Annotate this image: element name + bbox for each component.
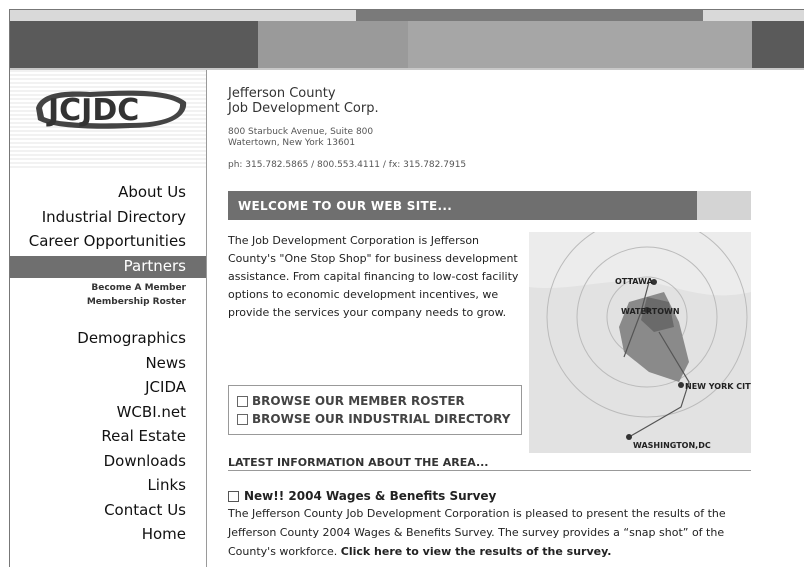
nav-downloads[interactable]: Downloads (77, 449, 186, 474)
nav-home[interactable]: Home (77, 522, 186, 547)
header-banner-mid2 (408, 21, 752, 68)
nav-partners-active[interactable]: Partners (10, 256, 206, 278)
news-title-label: New!! 2004 Wages & Benefits Survey (244, 489, 497, 503)
nav-jcida[interactable]: JCIDA (77, 375, 186, 400)
checkbox-icon (228, 490, 239, 502)
nav-career-opportunities[interactable]: Career Opportunities (29, 229, 186, 254)
nav-news[interactable]: News (77, 351, 186, 376)
intro-text: The Job Development Corporation is Jeffe… (228, 234, 519, 319)
region-map: OTTAWA WATERTOWN NEW YORK CITY WASHINGTO… (529, 232, 751, 453)
browse-industrial-directory-link[interactable]: BROWSE OUR INDUSTRIAL DIRECTORY (237, 412, 510, 426)
org-address: 800 Starbuck Avenue, Suite 800 Watertown… (228, 127, 373, 149)
nav-bottom: Demographics News JCIDA WCBI.net Real Es… (77, 326, 186, 547)
header-top-band (10, 10, 804, 21)
welcome-title: WELCOME TO OUR WEB SITE... (238, 199, 453, 213)
sidebar-divider (206, 70, 207, 567)
welcome-banner-end (697, 191, 751, 220)
sidebar: JCJDC About Us Industrial Directory Care… (10, 70, 206, 567)
address-line2: Watertown, New York 13601 (228, 138, 356, 148)
org-name: Jefferson County Job Development Corp. (228, 86, 379, 116)
org-name-line1: Jefferson County (228, 86, 336, 101)
welcome-banner: WELCOME TO OUR WEB SITE... (228, 191, 697, 220)
browse-roster-label: BROWSE OUR MEMBER ROSTER (252, 394, 465, 408)
latest-heading: LATEST INFORMATION ABOUT THE AREA... (228, 456, 489, 469)
page-frame: JCJDC About Us Industrial Directory Care… (9, 9, 804, 567)
nav-subitems: Become A Member Membership Roster (87, 281, 186, 309)
org-phone: ph: 315.782.5865 / 800.553.4111 / fx: 31… (228, 160, 467, 170)
nav-membership-roster[interactable]: Membership Roster (87, 295, 186, 309)
header-top-dark (356, 10, 703, 21)
nav-industrial-directory[interactable]: Industrial Directory (29, 205, 186, 230)
nav-demographics[interactable]: Demographics (77, 326, 186, 351)
browse-directory-label: BROWSE OUR INDUSTRIAL DIRECTORY (252, 412, 511, 426)
latest-rule (228, 470, 751, 471)
map-label-watertown: WATERTOWN (621, 307, 680, 316)
map-graphic: OTTAWA WATERTOWN NEW YORK CITY WASHINGTO… (529, 232, 751, 453)
search-icon (237, 395, 248, 407)
nav-about-us[interactable]: About Us (29, 180, 186, 205)
logo-text: JCJDC (46, 93, 139, 128)
jcjdc-logo[interactable]: JCJDC (30, 84, 190, 134)
news-title[interactable]: New!! 2004 Wages & Benefits Survey (228, 489, 496, 503)
map-label-nyc: NEW YORK CITY (685, 382, 751, 391)
survey-results-link[interactable]: Click here to view the results of the su… (341, 545, 612, 558)
nav-top: About Us Industrial Directory Career Opp… (29, 180, 186, 254)
news-body: The Jefferson County Job Development Cor… (228, 504, 748, 561)
nav-links[interactable]: Links (77, 473, 186, 498)
map-label-ottawa: OTTAWA (615, 277, 654, 286)
nav-real-estate[interactable]: Real Estate (77, 424, 186, 449)
nav-become-member[interactable]: Become A Member (87, 281, 186, 295)
org-name-line2: Job Development Corp. (228, 101, 379, 116)
nav-contact-us[interactable]: Contact Us (77, 498, 186, 523)
header-banner (10, 21, 804, 68)
address-line1: 800 Starbuck Avenue, Suite 800 (228, 127, 374, 137)
map-label-dc: WASHINGTON,DC (633, 441, 711, 450)
nav-wcbi[interactable]: WCBI.net (77, 400, 186, 425)
nav-partners-label: Partners (123, 257, 186, 275)
search-icon (237, 413, 248, 425)
browse-member-roster-link[interactable]: BROWSE OUR MEMBER ROSTER (237, 394, 465, 408)
browse-box: BROWSE OUR MEMBER ROSTER BROWSE OUR INDU… (228, 385, 522, 435)
